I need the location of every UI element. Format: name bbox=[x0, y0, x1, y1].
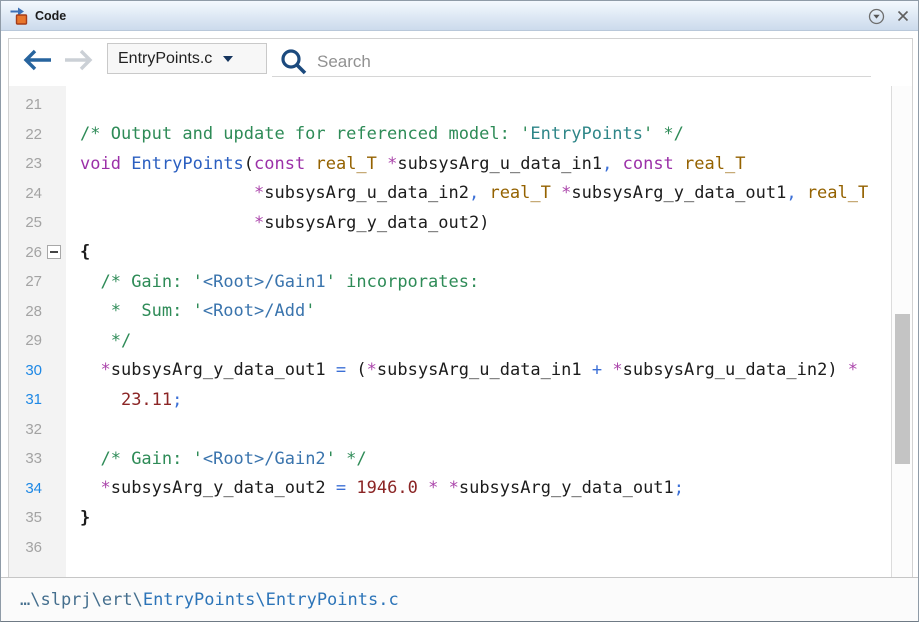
code-line: 30 *subsysArg_y_data_out1 = (*subsysArg_… bbox=[9, 356, 891, 386]
code-text: /* Output and update for referenced mode… bbox=[66, 124, 684, 144]
line-number: 31 bbox=[9, 391, 42, 408]
code-area[interactable]: 21 22 /* Output and update for referenced … bbox=[9, 90, 891, 562]
scrollbar-thumb[interactable] bbox=[895, 314, 910, 464]
code-fold-toggle[interactable] bbox=[47, 245, 61, 259]
arrow-right-icon bbox=[62, 48, 94, 72]
code-line: 23 void EntryPoints(const real_T *subsysA… bbox=[9, 149, 891, 179]
close-button[interactable] bbox=[897, 10, 909, 22]
line-number: 34 bbox=[9, 480, 42, 497]
code-text: *subsysArg_u_data_in2, real_T *subsysArg… bbox=[66, 183, 868, 203]
title-bar: Code bbox=[1, 1, 918, 31]
line-number: 21 bbox=[9, 96, 42, 113]
code-line: 22 /* Output and update for referenced mo… bbox=[9, 120, 891, 150]
code-text: 23.11; bbox=[66, 390, 182, 410]
code-line: 32 bbox=[9, 415, 891, 445]
file-path[interactable]: …\slprj\ert\EntryPoints\EntryPoints.c bbox=[20, 590, 399, 610]
code-line: 29 */ bbox=[9, 326, 891, 356]
file-name-label: EntryPoints.c bbox=[118, 50, 212, 68]
line-number: 32 bbox=[9, 421, 42, 438]
code-line: 31 23.11; bbox=[9, 385, 891, 415]
chevron-down-icon bbox=[223, 56, 233, 62]
file-selector-dropdown[interactable]: EntryPoints.c bbox=[107, 43, 267, 74]
code-line: 35} bbox=[9, 503, 891, 533]
forward-button[interactable] bbox=[62, 48, 94, 72]
block-link[interactable]: <Root>/Gain1 bbox=[203, 272, 326, 292]
simulink-code-icon bbox=[9, 6, 29, 26]
line-number: 23 bbox=[9, 155, 42, 172]
line-number: 22 bbox=[9, 126, 42, 143]
status-bar: …\slprj\ert\EntryPoints\EntryPoints.c bbox=[1, 577, 918, 621]
file-path-name: EntryPoints\EntryPoints.c bbox=[143, 590, 399, 610]
code-line: 34 *subsysArg_y_data_out2 = 1946.0 * *su… bbox=[9, 474, 891, 504]
code-line: 27 /* Gain: '<Root>/Gain1' incorporates: bbox=[9, 267, 891, 297]
line-number: 24 bbox=[9, 185, 42, 202]
line-number: 28 bbox=[9, 303, 42, 320]
code-text: */ bbox=[66, 331, 131, 351]
search-icon bbox=[280, 48, 308, 76]
code-text: *subsysArg_y_data_out2) bbox=[66, 213, 489, 233]
block-link[interactable]: <Root>/Gain2 bbox=[203, 449, 326, 469]
line-number: 35 bbox=[9, 509, 42, 526]
dock-button[interactable] bbox=[868, 8, 885, 25]
code-line: 33 /* Gain: '<Root>/Gain2' */ bbox=[9, 444, 891, 474]
code-text: /* Gain: '<Root>/Gain2' */ bbox=[66, 449, 367, 469]
line-number: 27 bbox=[9, 273, 42, 290]
code-window: Code bbox=[0, 0, 919, 622]
code-line: 36 bbox=[9, 533, 891, 563]
code-text: *subsysArg_y_data_out1 = (*subsysArg_u_d… bbox=[66, 360, 858, 380]
toolbar: EntryPoints.c bbox=[9, 39, 912, 86]
window-title: Code bbox=[35, 9, 66, 23]
line-number: 25 bbox=[9, 214, 42, 231]
line-number: 26 bbox=[9, 244, 42, 261]
arrow-left-icon bbox=[22, 48, 54, 72]
code-text: { bbox=[66, 242, 90, 262]
model-link[interactable]: EntryPoints bbox=[530, 124, 643, 144]
code-text: * Sum: '<Root>/Add' bbox=[66, 301, 315, 321]
code-text: void EntryPoints(const real_T *subsysArg… bbox=[66, 154, 745, 174]
code-text: *subsysArg_y_data_out2 = 1946.0 * *subsy… bbox=[66, 478, 684, 498]
menu-button[interactable] bbox=[880, 48, 905, 71]
search-input[interactable] bbox=[315, 47, 864, 77]
code-line: 24 *subsysArg_u_data_in2, real_T *subsys… bbox=[9, 179, 891, 209]
line-number: 30 bbox=[9, 362, 42, 379]
line-number: 29 bbox=[9, 332, 42, 349]
search-underline bbox=[272, 76, 871, 77]
line-number: 33 bbox=[9, 450, 42, 467]
chevron-down-circle-icon bbox=[868, 8, 885, 25]
code-panel: EntryPoints.c 21 22 /* Output and update f… bbox=[8, 38, 913, 578]
back-button[interactable] bbox=[22, 48, 54, 72]
close-icon bbox=[897, 10, 909, 22]
file-path-prefix: …\slprj\ert\ bbox=[20, 590, 143, 610]
code-text: } bbox=[66, 508, 90, 528]
code-line: 21 bbox=[9, 90, 891, 120]
fold-column bbox=[42, 245, 66, 259]
code-line: 26 { bbox=[9, 238, 891, 268]
code-line: 25 *subsysArg_y_data_out2) bbox=[9, 208, 891, 238]
code-line: 28 * Sum: '<Root>/Add' bbox=[9, 297, 891, 327]
line-number: 36 bbox=[9, 539, 42, 556]
vertical-scrollbar[interactable] bbox=[891, 86, 912, 577]
code-text: /* Gain: '<Root>/Gain1' incorporates: bbox=[66, 272, 479, 292]
block-link[interactable]: <Root>/Add bbox=[203, 301, 305, 321]
